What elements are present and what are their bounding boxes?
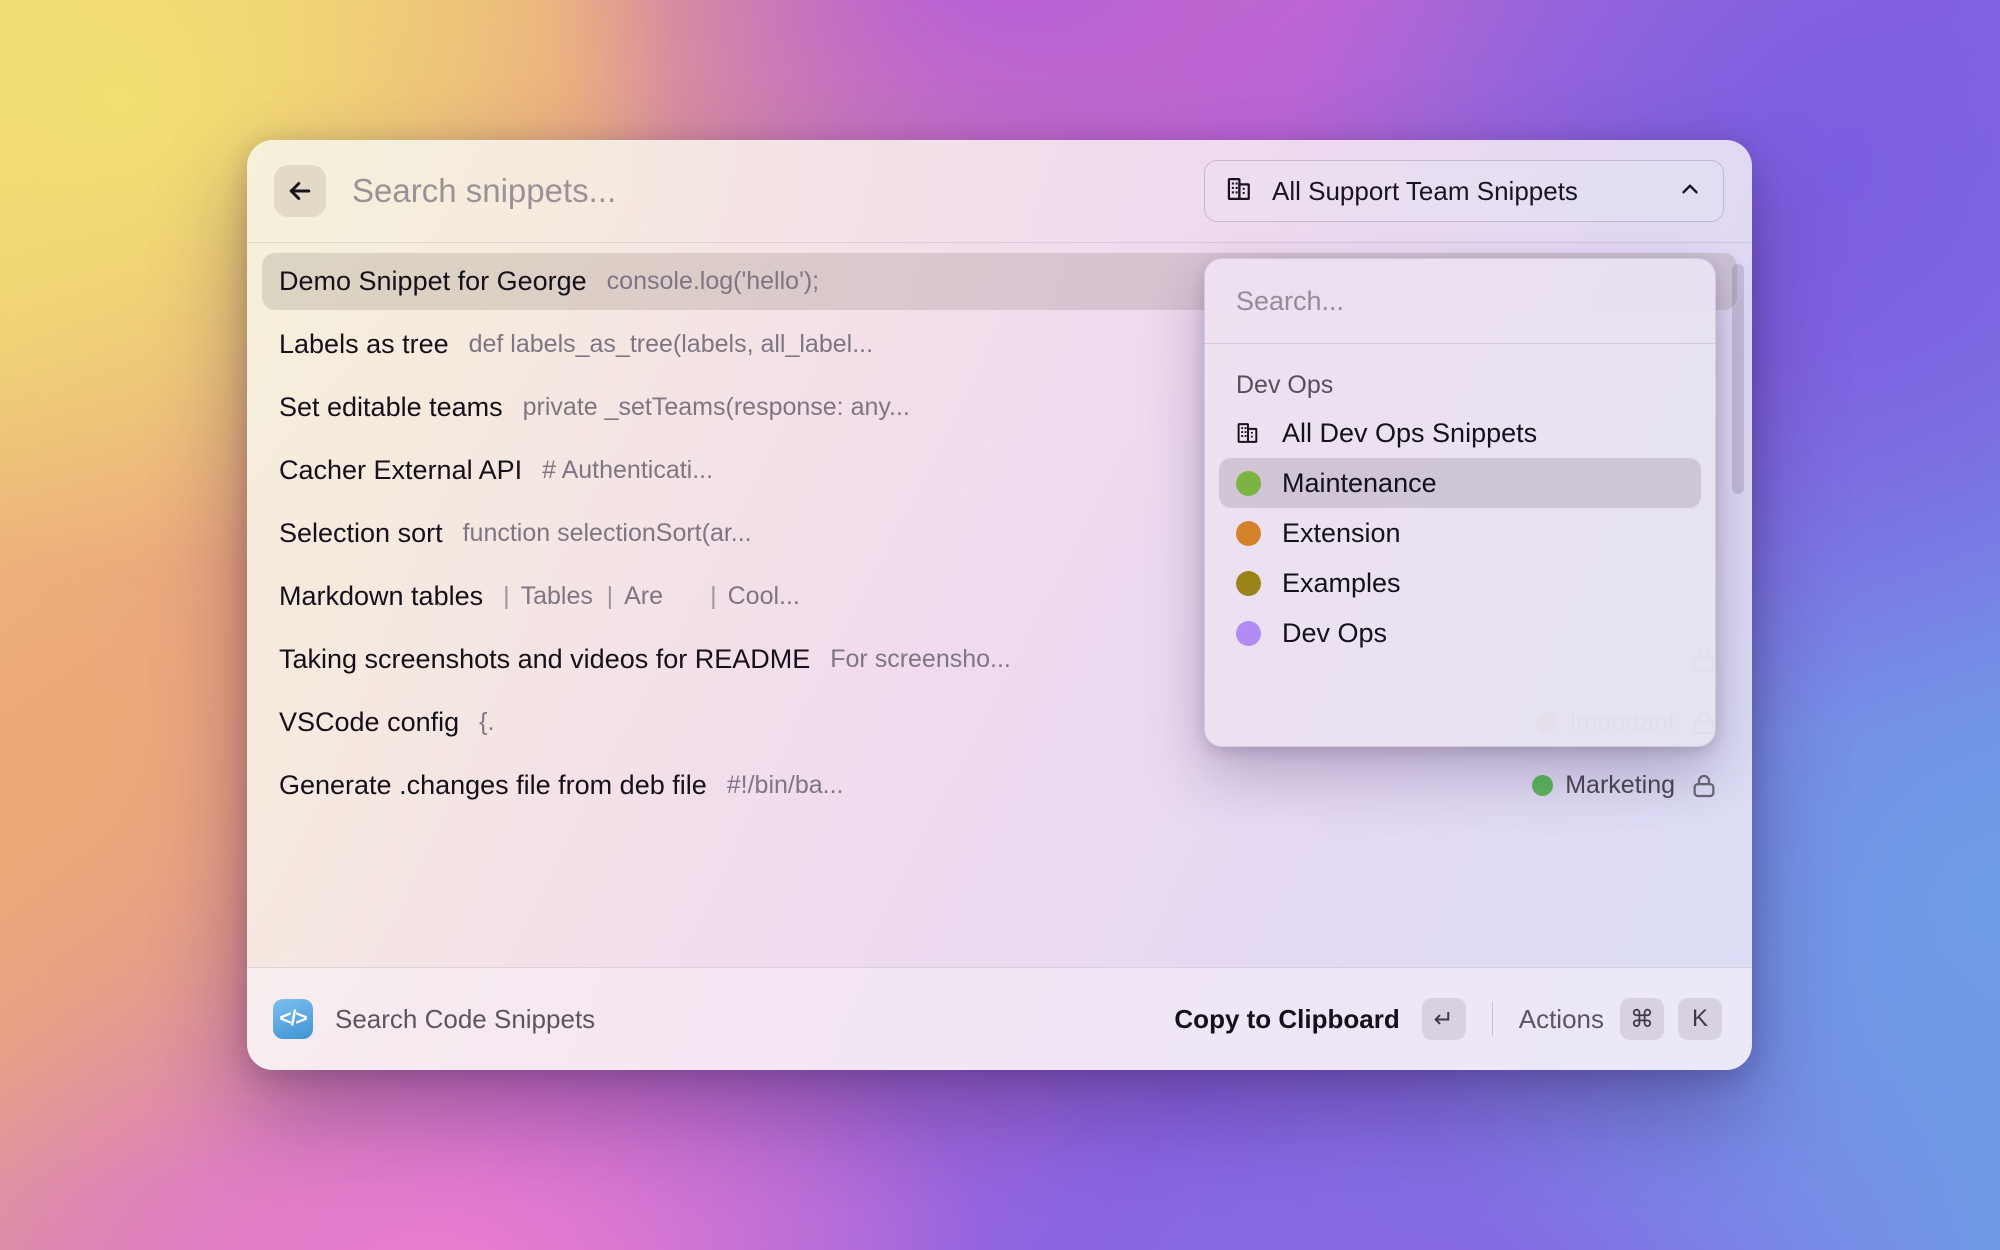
snippet-row[interactable]: Generate .changes file from deb file #!/b… <box>262 757 1737 814</box>
dropdown-item[interactable]: Extension <box>1219 508 1701 558</box>
footer-bar: </> Search Code Snippets Copy to Clipboa… <box>247 967 1752 1070</box>
building-icon <box>1226 175 1254 208</box>
primary-action-label[interactable]: Copy to Clipboard <box>1174 1004 1399 1035</box>
dropdown-search-row <box>1205 259 1715 344</box>
snippet-preview: #!/bin/ba... <box>726 771 844 799</box>
dropdown-item-label: Dev Ops <box>1282 617 1388 648</box>
dropdown-item-label: Examples <box>1282 567 1401 598</box>
scope-dropdown-panel: Dev Ops All Dev Ops Snippets Maintenance E… <box>1204 258 1716 747</box>
label-text: Marketing <box>1565 771 1675 799</box>
dropdown-item-label: All Dev Ops Snippets <box>1282 417 1538 448</box>
dropdown-search-input[interactable] <box>1236 285 1684 317</box>
snippet-title: Generate .changes file from deb file <box>279 770 707 800</box>
label-color-dot <box>1236 620 1261 646</box>
scope-selector-label: All Support Team Snippets <box>1272 175 1578 206</box>
code-icon: </> <box>273 999 313 1039</box>
code-icon-glyph: </> <box>279 1007 307 1030</box>
dropdown-item[interactable]: All Dev Ops Snippets <box>1219 408 1701 458</box>
snippet-title: Selection sort <box>279 518 443 548</box>
snippet-title: Taking screenshots and videos for README <box>279 644 811 674</box>
chevron-up-icon <box>1677 176 1703 207</box>
table-cell: Are <box>624 582 664 610</box>
secondary-action-label[interactable]: Actions <box>1519 1004 1604 1035</box>
scope-selector-button[interactable]: All Support Team Snippets <box>1204 160 1724 222</box>
label-color-dot <box>1236 470 1261 496</box>
dropdown-item[interactable]: Examples <box>1219 558 1701 608</box>
label-color-dot <box>1236 570 1261 596</box>
label-color-dot <box>1532 775 1554 796</box>
dropdown-item[interactable]: Dev Ops <box>1219 608 1701 658</box>
building-icon <box>1236 420 1261 446</box>
command-key-badge[interactable]: ⌘ <box>1620 998 1664 1040</box>
dropdown-item-list: All Dev Ops Snippets Maintenance Extension… <box>1205 408 1715 658</box>
scrollbar-thumb[interactable] <box>1732 264 1744 494</box>
footer-divider <box>1491 1002 1493 1036</box>
dropdown-item-label: Maintenance <box>1282 467 1437 498</box>
snippet-title: Demo Snippet for George <box>279 266 587 296</box>
list-scrollbar[interactable] <box>1732 154 1744 834</box>
table-pipe: | <box>503 582 510 610</box>
snippet-title: Labels as tree <box>279 329 449 359</box>
snippet-title: VSCode config <box>279 707 460 737</box>
k-key-badge[interactable]: K <box>1678 998 1722 1040</box>
dropdown-section-title: Dev Ops <box>1236 371 1334 399</box>
snippet-title: Cacher External API <box>279 455 523 485</box>
search-header: All Support Team Snippets <box>247 140 1752 243</box>
dropdown-item-label: Extension <box>1282 517 1401 548</box>
table-cell: Cool... <box>727 582 800 610</box>
table-cell: Tables <box>520 582 593 610</box>
snippet-title: Markdown tables <box>279 581 484 611</box>
snippet-label: Marketing <box>1532 771 1675 800</box>
app-name-label: Search Code Snippets <box>335 1003 596 1034</box>
dropdown-item[interactable]: Maintenance <box>1219 458 1701 508</box>
enter-key-badge[interactable]: ↵ <box>1421 998 1466 1040</box>
table-pipe: | <box>710 582 717 610</box>
snippet-row-meta: Marketing <box>1532 771 1719 801</box>
label-color-dot <box>1236 520 1261 546</box>
table-pipe: | <box>606 582 614 610</box>
search-input[interactable] <box>326 161 1204 221</box>
back-button[interactable] <box>274 165 326 217</box>
lock-icon <box>1689 771 1719 801</box>
snippet-title: Set editable teams <box>279 392 503 422</box>
arrow-left-icon <box>285 176 315 206</box>
